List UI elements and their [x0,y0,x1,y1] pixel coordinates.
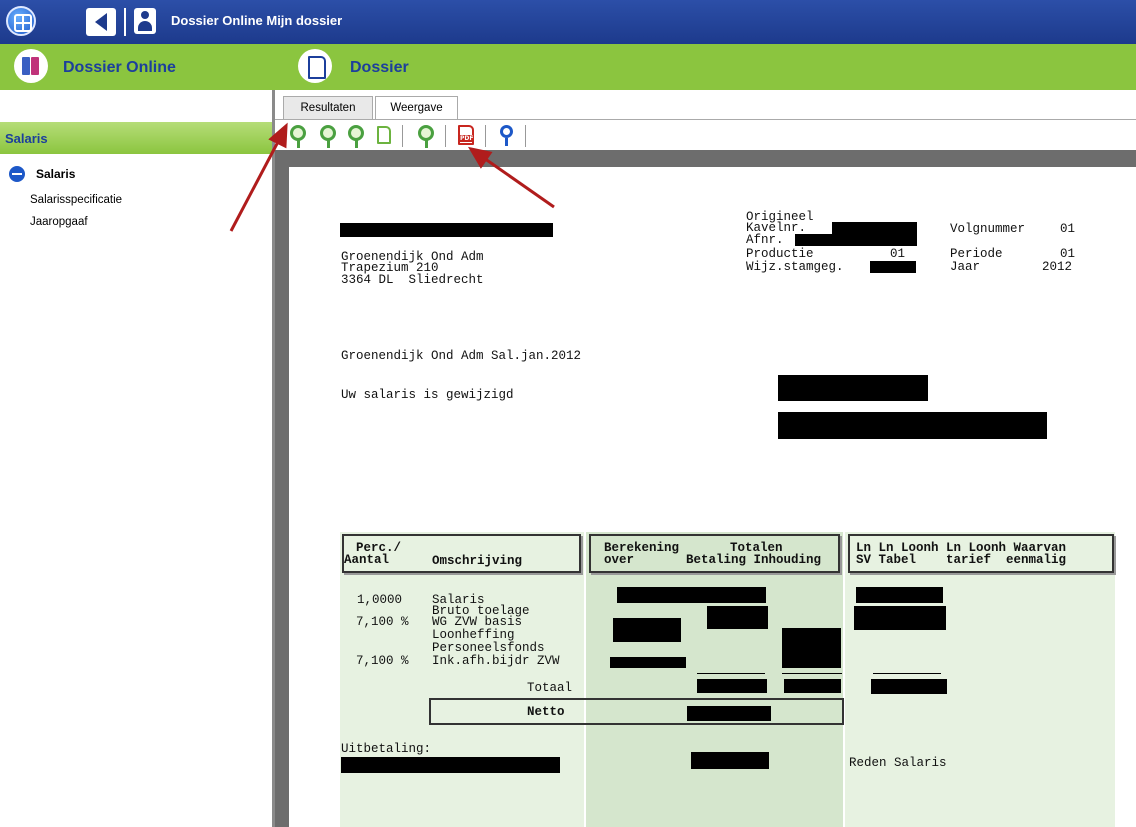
redacted-value [856,587,943,603]
meta-wijz-stamgeg: Wijz.stamgeg. [746,260,844,274]
header-betaling-inhouding: Betaling Inhouding [686,553,822,567]
redacted-value [613,618,681,642]
redacted-value [697,679,767,693]
zoom-in-icon[interactable] [287,124,309,148]
salary-notice: Uw salaris is gewijzigd [341,388,514,402]
redacted-kavelnr [832,222,917,234]
redacted-block [778,412,1047,439]
sum-rule [697,673,765,674]
home-icon[interactable] [6,6,36,36]
reden-label: Reden Salaris [849,756,947,770]
row-omschrijving: Ink.afh.bijdr ZVW [432,654,560,668]
table-column-left [340,532,584,827]
titlebar-divider [124,8,126,36]
sidebar-section-header[interactable]: Salaris [0,122,272,154]
row-omschrijving: Loonheffing [432,628,515,642]
redacted-account [341,757,560,773]
netto-box [429,698,844,725]
redacted-value [784,679,841,693]
tab-weergave[interactable]: Weergave [375,96,458,120]
jaar-label: Jaar [950,260,981,274]
tab-resultaten[interactable]: Resultaten [283,96,373,120]
meta-afnr: Afnr. [746,233,784,247]
tree-node-label: Salaris [36,167,76,181]
periode-label: Periode [950,247,1003,261]
redacted-afnr [795,234,917,246]
app-title: Dossier Online [63,59,176,76]
header-right-line2: SV Tabel tarief eenmalig [856,553,1067,567]
netto-label: Netto [527,705,565,719]
app-header: Dossier Online Dossier [0,44,1136,90]
back-button[interactable] [86,8,116,36]
sidebar-section-label: Salaris [5,131,48,146]
zoom-page-icon[interactable] [415,124,437,148]
totaal-label: Totaal [527,681,573,695]
document-icon [298,49,332,83]
redacted-value [782,628,841,668]
redacted-value [687,706,771,721]
search-icon[interactable] [496,124,518,146]
sum-rule [873,673,941,674]
toolbar-separator [445,125,446,147]
redacted-value [871,679,947,694]
row-aantal: 7,100 % [356,654,409,668]
zoom-fit-icon[interactable] [345,124,367,148]
collapse-icon[interactable] [9,166,25,182]
sum-rule [782,673,842,674]
page-icon[interactable] [373,124,395,146]
redacted-value [691,752,769,769]
row-aantal: 1,0000 [357,593,418,607]
viewer-toolbar [275,120,1136,150]
sender-city: 3364 DL Sliedrecht [341,273,484,287]
pdf-icon[interactable] [455,124,477,146]
sidebar: Salaris Salaris Salarisspecificatie Jaar… [0,90,272,827]
redacted-value [707,606,768,629]
redacted-name [340,223,553,237]
window-title: Dossier Online Mijn dossier [171,13,343,28]
document-subject: Groenendijk Ond Adm Sal.jan.2012 [341,349,582,363]
tree-item-salarisspecificatie[interactable]: Salarisspecificatie [30,194,122,206]
redacted-value [617,587,766,603]
section-title: Dossier [350,59,409,76]
toolbar-separator [525,125,526,147]
redacted-value [854,606,946,630]
uitbetaling-label: Uitbetaling: [341,742,432,756]
tree-item-jaaropgaaf[interactable]: Jaaropgaaf [30,216,88,228]
volgnummer-value: 01 [1060,222,1076,236]
row-omschrijving: WG ZVW basis [432,615,523,629]
title-bar: Dossier Online Mijn dossier [0,0,1136,44]
productie-value: 01 [890,247,906,261]
header-aantal: Aantal [344,553,390,567]
toolbar-separator [485,125,486,147]
periode-value: 01 [1060,247,1076,261]
volgnummer-label: Volgnummer [950,222,1026,236]
row-omschrijving: Personeelsfonds [432,641,545,655]
header-over: over [604,553,635,567]
row-aantal: 7,100 % [356,615,409,629]
redacted-value [610,657,686,668]
meta-productie: Productie [746,247,814,261]
zoom-out-icon[interactable] [317,124,339,148]
redacted-stamgeg [870,261,916,273]
user-icon [134,8,156,34]
toolbar-separator [402,125,403,147]
jaar-value: 2012 [1042,260,1073,274]
header-omschrijving: Omschrijving [432,554,523,568]
dossier-online-icon [14,49,48,83]
redacted-block [778,375,928,401]
